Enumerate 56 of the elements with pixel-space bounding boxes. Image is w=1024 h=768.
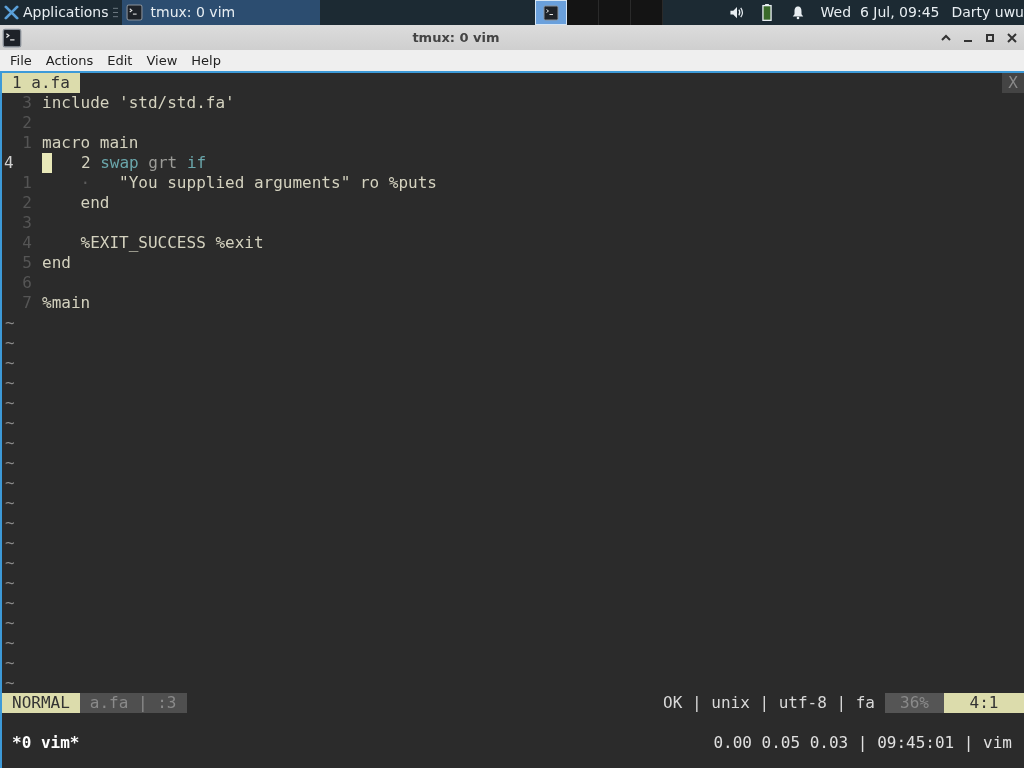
code-line: 2 swap grt if xyxy=(79,153,207,173)
empty-line-marker: ~ xyxy=(5,673,15,692)
x-logo-icon xyxy=(4,5,19,20)
menu-item[interactable]: View xyxy=(139,50,185,71)
empty-line-marker: ~ xyxy=(5,613,15,632)
menu-item[interactable]: Actions xyxy=(38,50,101,71)
bell-icon[interactable] xyxy=(790,5,805,20)
menu-item[interactable]: Help xyxy=(184,50,228,71)
empty-line-marker: ~ xyxy=(5,313,15,332)
code-line: end xyxy=(79,193,110,213)
empty-line-marker: ~ xyxy=(5,593,15,612)
empty-line-marker: ~ xyxy=(5,433,15,452)
terminal-icon xyxy=(125,4,143,21)
empty-line-marker: ~ xyxy=(5,653,15,672)
task-button[interactable]: tmux: 0 vim xyxy=(121,0,320,25)
empty-line-marker: ~ xyxy=(5,453,15,472)
maximize-icon[interactable] xyxy=(984,31,996,44)
drag-handle-icon xyxy=(112,7,118,18)
buffer-tab[interactable]: 1 a.fa xyxy=(2,73,80,93)
terminal-icon xyxy=(542,4,559,21)
empty-line-marker: ~ xyxy=(5,493,15,512)
code-line: · "You supplied arguments" ro %puts xyxy=(79,173,437,193)
battery-icon[interactable] xyxy=(761,4,772,21)
file-meta: OK | unix | utf-8 | fa xyxy=(662,693,876,713)
code-line: %main xyxy=(42,293,91,313)
line-number: 4 xyxy=(3,153,15,173)
file-info: a.fa | :3 xyxy=(79,693,187,713)
empty-line-marker: ~ xyxy=(5,573,15,592)
close-icon[interactable] xyxy=(1006,31,1018,44)
menu-item[interactable]: Edit xyxy=(100,50,140,71)
code-line: include 'std/std.fa' xyxy=(42,93,235,113)
empty-line-marker: ~ xyxy=(5,533,15,552)
applications-menu[interactable]: Applications xyxy=(0,0,113,25)
window-title: tmux: 0 vim xyxy=(411,28,501,47)
code-line: macro main xyxy=(42,133,139,153)
empty-line-marker: ~ xyxy=(5,413,15,432)
tmux-status: 0.00 0.05 0.03 | 09:45:01 | vim xyxy=(713,733,1013,753)
empty-line-marker: ~ xyxy=(5,333,15,352)
user-name[interactable]: Darty uwu xyxy=(951,2,1024,23)
empty-line-marker: ~ xyxy=(5,633,15,652)
empty-line-marker: ~ xyxy=(5,393,15,412)
tmux-window[interactable]: *0 vim* xyxy=(2,733,80,753)
cursor-position: 4:1 xyxy=(944,693,1024,713)
volume-icon[interactable] xyxy=(728,5,745,20)
empty-line-marker: ~ xyxy=(5,513,15,532)
code-line: end xyxy=(42,253,71,273)
workspace-button[interactable] xyxy=(566,0,599,25)
empty-line-marker: ~ xyxy=(5,353,15,372)
menu-item[interactable]: File xyxy=(3,50,39,71)
empty-line-marker: ~ xyxy=(5,553,15,572)
mode-indicator: NORMAL xyxy=(2,693,80,713)
code-line: %EXIT_SUCCESS %exit xyxy=(79,233,264,253)
empty-line-marker: ~ xyxy=(5,373,15,392)
window-terminal-icon xyxy=(2,27,22,48)
clock[interactable]: Wed 6 Jul, 09:45 xyxy=(820,2,940,23)
empty-line-marker: ~ xyxy=(5,473,15,492)
